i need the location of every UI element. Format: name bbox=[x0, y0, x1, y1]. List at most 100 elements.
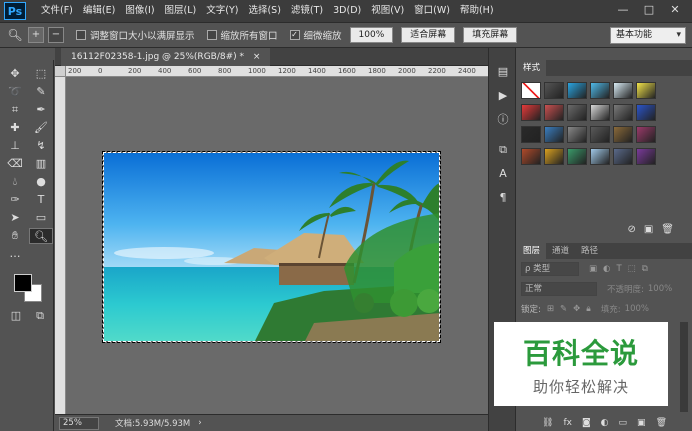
layer-style-icon[interactable]: fx bbox=[563, 415, 572, 431]
opacity-value[interactable]: 100% bbox=[648, 284, 672, 294]
blur-tool-icon[interactable]: 💧︎ bbox=[3, 174, 27, 190]
new-layer-icon[interactable]: ▣ bbox=[637, 415, 646, 431]
style-swatch[interactable] bbox=[521, 82, 541, 99]
delete-layer-icon[interactable]: 🗑︎ bbox=[656, 415, 667, 431]
screen-mode-icon[interactable]: ⧉ bbox=[28, 308, 52, 324]
menu-file[interactable]: 文件(F) bbox=[36, 0, 78, 22]
filter-type-icon[interactable]: T bbox=[616, 264, 621, 274]
style-swatch[interactable] bbox=[567, 82, 587, 99]
lock-all-icon[interactable]: 🔒︎ bbox=[586, 304, 591, 314]
fit-screen-button[interactable]: 适合屏幕 bbox=[401, 27, 456, 43]
style-swatch[interactable] bbox=[613, 148, 633, 165]
tab-channels[interactable]: 通道 bbox=[546, 243, 575, 259]
style-swatch[interactable] bbox=[613, 82, 633, 99]
history-panel-icon[interactable]: ▤ bbox=[489, 62, 517, 82]
menu-image[interactable]: 图像(I) bbox=[120, 0, 159, 22]
close-tab-icon[interactable]: × bbox=[253, 52, 261, 62]
menu-3d[interactable]: 3D(D) bbox=[328, 0, 366, 22]
zoom-level-field[interactable]: 25% bbox=[59, 416, 99, 430]
info-panel-icon[interactable]: ⓘ bbox=[489, 110, 517, 130]
zoom-100-button[interactable]: 100% bbox=[349, 27, 394, 43]
style-swatch[interactable] bbox=[567, 104, 587, 121]
filter-pixel-icon[interactable]: ▣ bbox=[589, 264, 597, 274]
close-button[interactable]: ✕ bbox=[662, 0, 688, 20]
foreground-color-swatch[interactable] bbox=[14, 274, 32, 292]
filter-smart-object-icon[interactable]: ⧉ bbox=[642, 264, 648, 274]
edit-toolbar-icon[interactable]: … bbox=[3, 246, 27, 262]
clear-style-icon[interactable]: ⊘ bbox=[627, 222, 635, 238]
zoom-out-icon[interactable]: − bbox=[48, 27, 64, 43]
minimize-button[interactable]: — bbox=[610, 0, 636, 20]
style-swatch[interactable] bbox=[567, 126, 587, 143]
crop-tool-icon[interactable]: ⌗ bbox=[3, 102, 27, 118]
tab-styles[interactable]: 样式 bbox=[517, 60, 547, 76]
filter-shape-icon[interactable]: ⬚ bbox=[628, 264, 636, 274]
hand-tool-icon[interactable]: ✋︎ bbox=[3, 228, 27, 244]
menu-type[interactable]: 文字(Y) bbox=[201, 0, 243, 22]
tab-paths[interactable]: 路径 bbox=[575, 243, 604, 259]
blend-mode-select[interactable]: 正常 bbox=[521, 282, 597, 296]
maximize-button[interactable]: □ bbox=[636, 0, 662, 20]
new-style-icon[interactable]: ▣ bbox=[644, 222, 653, 238]
style-swatch[interactable] bbox=[544, 82, 564, 99]
fill-screen-button[interactable]: 填充屏幕 bbox=[463, 27, 518, 43]
paragraph-panel-icon[interactable]: ¶ bbox=[489, 188, 517, 208]
type-tool-icon[interactable]: T bbox=[29, 192, 53, 208]
shape-tool-icon[interactable]: ▭ bbox=[29, 210, 53, 226]
move-tool-icon[interactable]: ✥ bbox=[3, 66, 27, 82]
style-swatch[interactable] bbox=[521, 148, 541, 165]
document-image-selected[interactable] bbox=[102, 151, 441, 343]
style-swatch[interactable] bbox=[636, 148, 656, 165]
style-swatch[interactable] bbox=[636, 104, 656, 121]
add-mask-icon[interactable]: ◙ bbox=[582, 415, 591, 431]
menu-view[interactable]: 视图(V) bbox=[366, 0, 409, 22]
status-menu-arrow-icon[interactable]: › bbox=[198, 418, 201, 428]
lock-image-icon[interactable]: ✎ bbox=[560, 304, 567, 314]
zoom-all-windows-checkbox[interactable]: 缩放所有窗口 bbox=[206, 28, 278, 42]
style-swatch[interactable] bbox=[636, 126, 656, 143]
fill-value[interactable]: 100% bbox=[625, 304, 649, 314]
document-tab[interactable]: 16112F02358-1.jpg @ 25%(RGB/8#) * × bbox=[61, 48, 271, 66]
zoom-tool-preset-icon[interactable]: 🔍︎ bbox=[6, 26, 24, 44]
style-swatch[interactable] bbox=[544, 104, 564, 121]
lock-transparent-icon[interactable]: ⊞ bbox=[547, 304, 554, 314]
eyedropper-tool-icon[interactable]: ✒ bbox=[29, 102, 53, 118]
style-swatch[interactable] bbox=[613, 126, 633, 143]
actions-panel-icon[interactable]: ▶ bbox=[489, 86, 517, 106]
brush-tool-icon[interactable]: 🖌︎ bbox=[29, 120, 53, 136]
ruler-origin[interactable] bbox=[55, 66, 66, 77]
menu-filter[interactable]: 滤镜(T) bbox=[286, 0, 328, 22]
menu-help[interactable]: 帮助(H) bbox=[455, 0, 499, 22]
filter-adjustment-icon[interactable]: ◐ bbox=[603, 264, 610, 274]
style-swatch[interactable] bbox=[544, 126, 564, 143]
resize-windows-checkbox[interactable]: 调整窗口大小以满屏显示 bbox=[76, 28, 195, 42]
style-swatch[interactable] bbox=[521, 104, 541, 121]
style-swatch[interactable] bbox=[590, 82, 610, 99]
magic-wand-tool-icon[interactable]: ✎ bbox=[29, 84, 53, 100]
document-size-info[interactable]: 文档:5.93M/5.93M bbox=[115, 417, 190, 429]
eraser-tool-icon[interactable]: ⌫ bbox=[3, 156, 27, 172]
history-brush-tool-icon[interactable]: ↯ bbox=[29, 138, 53, 154]
pen-tool-icon[interactable]: ✑ bbox=[3, 192, 27, 208]
zoom-tool-icon[interactable]: 🔍︎ bbox=[29, 228, 53, 244]
style-swatch[interactable] bbox=[636, 82, 656, 99]
path-selection-tool-icon[interactable]: ➤ bbox=[3, 210, 27, 226]
delete-style-icon[interactable]: 🗑︎ bbox=[661, 222, 674, 238]
menu-edit[interactable]: 编辑(E) bbox=[78, 0, 120, 22]
menu-layer[interactable]: 图层(L) bbox=[160, 0, 202, 22]
menu-select[interactable]: 选择(S) bbox=[243, 0, 285, 22]
marquee-tool-icon[interactable]: ⬚ bbox=[29, 66, 53, 82]
new-group-icon[interactable]: ▭ bbox=[619, 415, 628, 431]
tab-layers[interactable]: 图层 bbox=[517, 243, 547, 259]
style-swatch[interactable] bbox=[590, 148, 610, 165]
quick-mask-icon[interactable]: ◫ bbox=[4, 308, 28, 324]
menu-window[interactable]: 窗口(W) bbox=[409, 0, 455, 22]
adjustment-layer-icon[interactable]: ◐ bbox=[601, 415, 609, 431]
layers-scrollbar[interactable] bbox=[680, 322, 688, 412]
style-swatch[interactable] bbox=[544, 148, 564, 165]
style-swatch[interactable] bbox=[613, 104, 633, 121]
layer-kind-filter[interactable]: ρ 类型 bbox=[521, 262, 579, 276]
style-swatch[interactable] bbox=[590, 126, 610, 143]
lasso-tool-icon[interactable]: ➰ bbox=[3, 84, 27, 100]
style-swatch[interactable] bbox=[567, 148, 587, 165]
